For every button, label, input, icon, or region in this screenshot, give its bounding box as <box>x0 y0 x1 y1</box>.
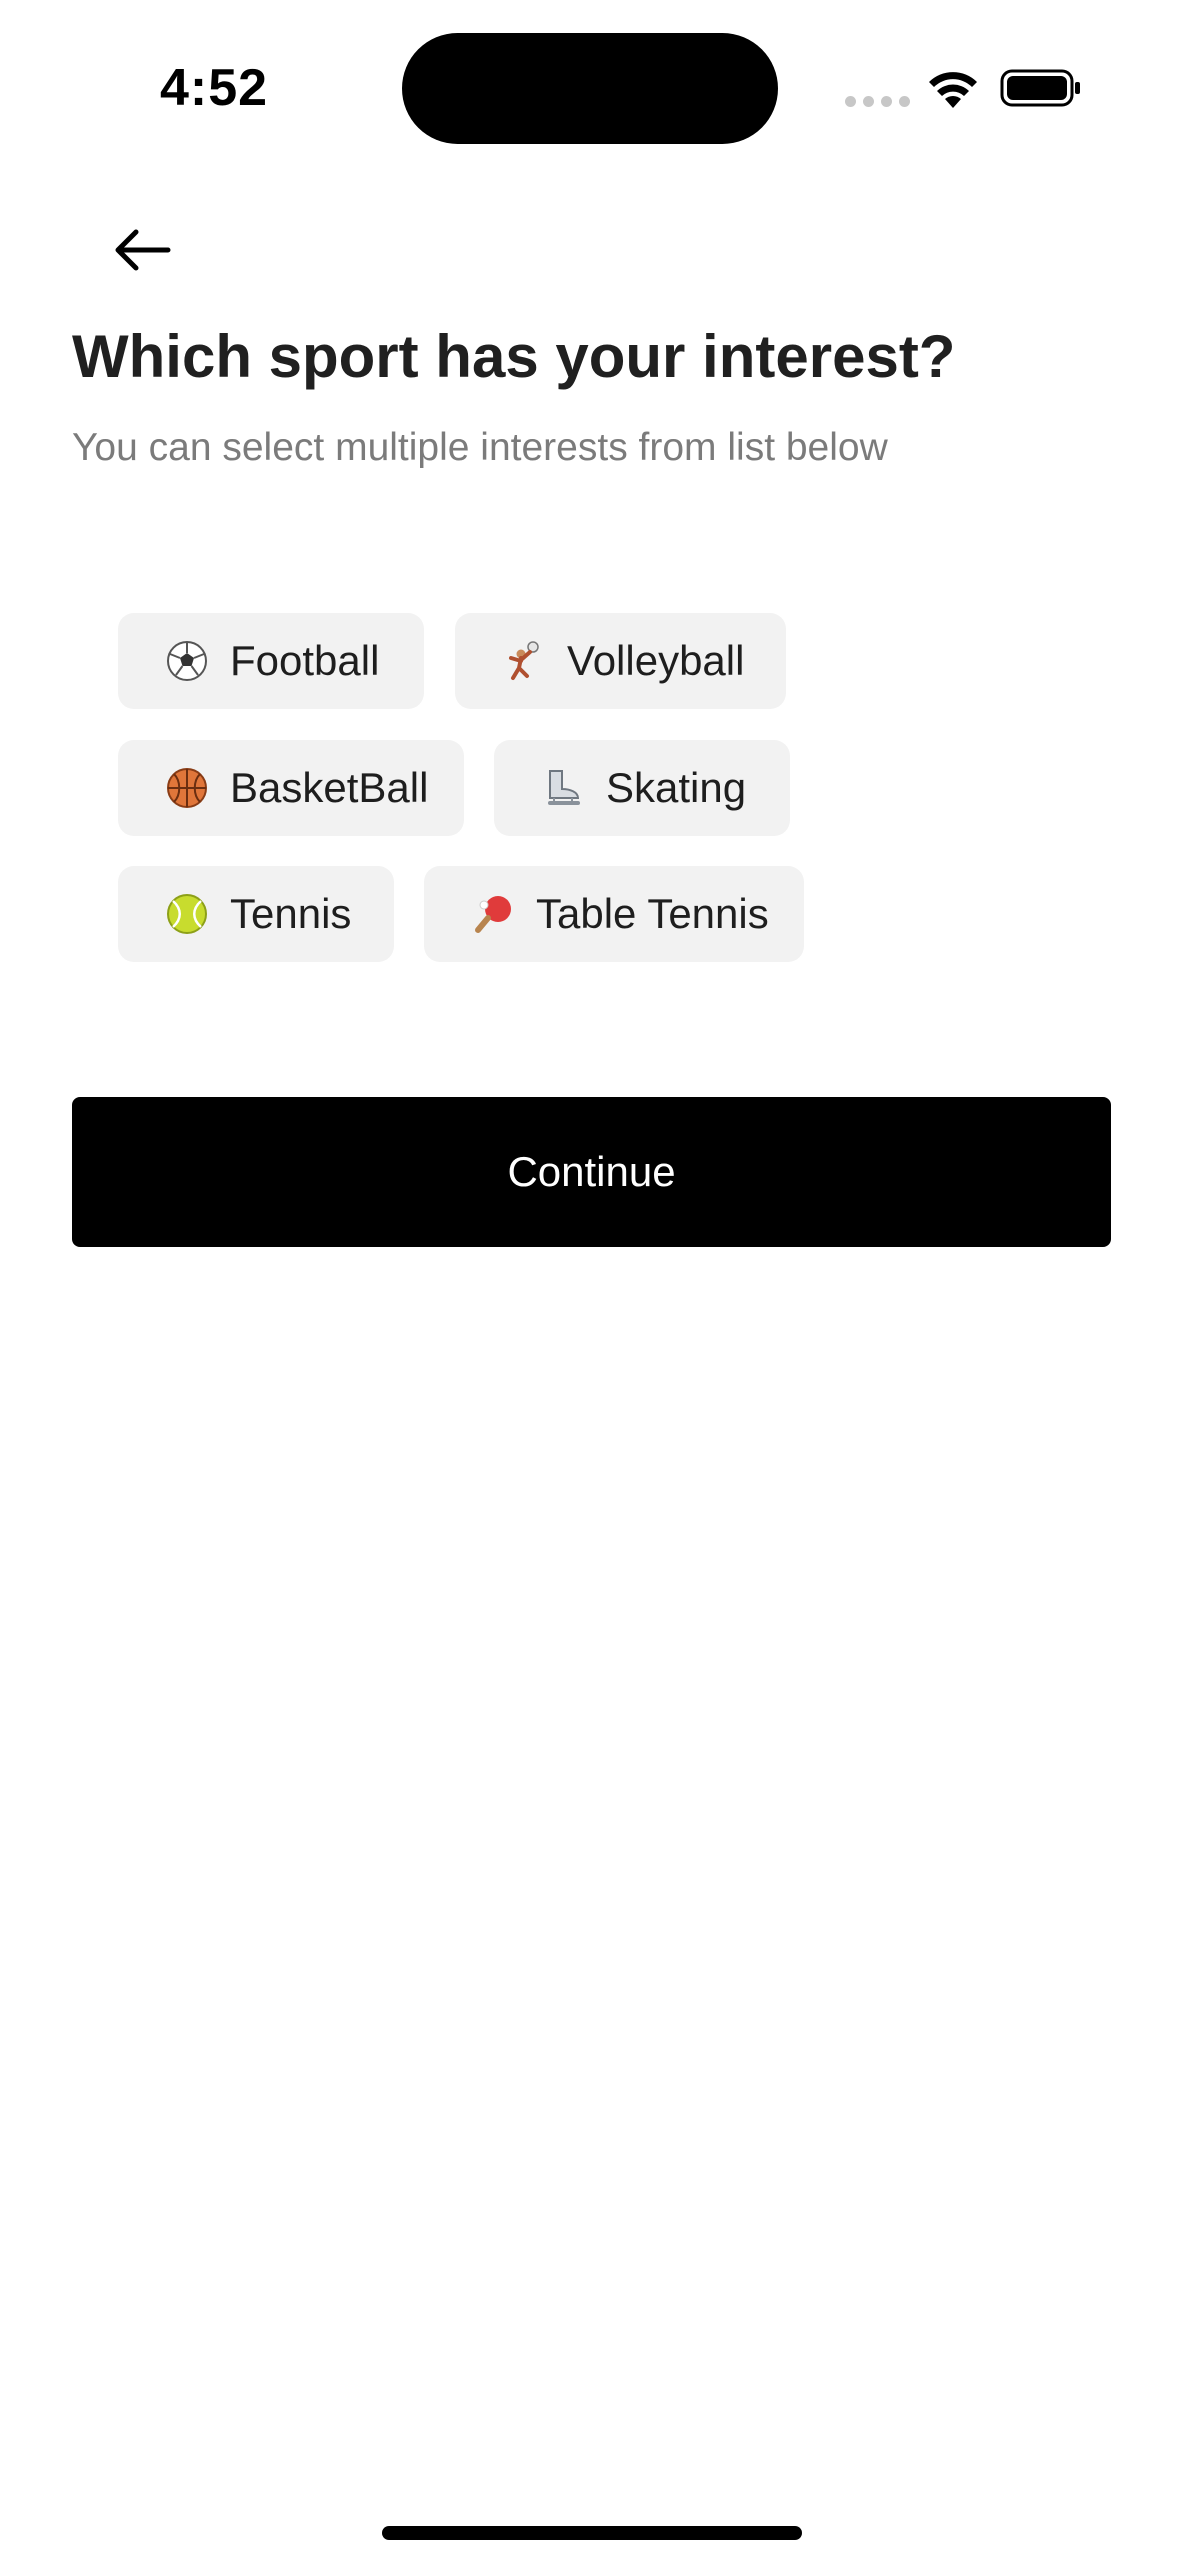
arrow-left-icon <box>115 229 171 271</box>
volleyball-player-icon <box>503 639 545 683</box>
continue-button[interactable]: Continue <box>72 1097 1111 1247</box>
dynamic-island <box>402 33 778 144</box>
page-title: Which sport has your interest? <box>72 323 956 390</box>
status-time: 4:52 <box>160 59 269 117</box>
ping-pong-paddle-icon <box>472 892 514 936</box>
interest-chip-basketball[interactable]: BasketBall <box>118 740 464 836</box>
wifi-icon <box>929 72 977 108</box>
chip-label: Table Tennis <box>536 890 769 937</box>
chip-label: Skating <box>606 764 747 811</box>
interest-chip-football[interactable]: Football <box>118 613 424 709</box>
interest-chip-tennis[interactable]: Tennis <box>118 866 394 962</box>
chip-label: Volleyball <box>567 637 745 684</box>
interest-chip-skating[interactable]: Skating <box>494 740 790 836</box>
soccer-ball-icon <box>166 639 208 683</box>
chip-label: Football <box>230 637 380 684</box>
cellular-signal-icon <box>845 96 910 107</box>
tennis-ball-icon <box>166 892 208 936</box>
page-subtitle: You can select multiple interests from l… <box>72 426 888 469</box>
home-indicator[interactable] <box>382 2526 802 2540</box>
interest-chip-table-tennis[interactable]: Table Tennis <box>424 866 804 962</box>
ice-skate-icon <box>542 766 584 810</box>
chip-label: Tennis <box>230 890 352 937</box>
interest-chip-volleyball[interactable]: Volleyball <box>455 613 786 709</box>
chip-label: BasketBall <box>230 764 429 811</box>
back-button[interactable] <box>108 220 176 280</box>
battery-icon <box>1000 69 1080 107</box>
basketball-icon <box>166 766 208 810</box>
